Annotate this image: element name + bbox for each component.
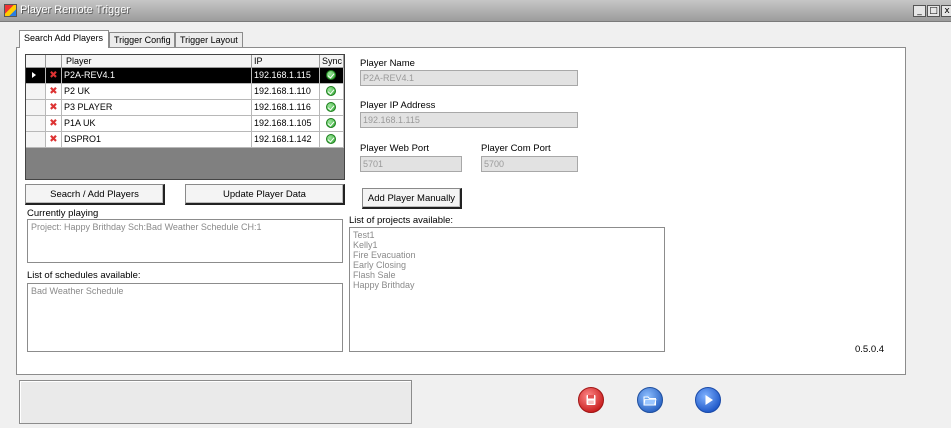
remove-player-icon[interactable]: ✖ — [46, 84, 62, 100]
player-ip-label: Player IP Address — [360, 100, 436, 111]
row-selector[interactable] — [26, 68, 46, 84]
currently-playing-label: Currently playing — [27, 208, 99, 219]
column-header-player[interactable]: Player — [62, 55, 252, 68]
play-icon — [695, 387, 721, 413]
sync-cell[interactable] — [320, 132, 344, 148]
player-ip-cell[interactable]: 192.168.1.105 — [252, 116, 320, 132]
grid-header-blank — [46, 55, 62, 68]
players-grid[interactable]: Player IP Sync ✖ P2A-REV4.1 192.168.1.11… — [25, 54, 345, 180]
sync-ok-icon — [326, 118, 336, 128]
project-item[interactable]: Happy Brithday — [353, 280, 661, 290]
com-port-field[interactable] — [481, 156, 578, 172]
com-port-label: Player Com Port — [481, 143, 551, 154]
search-add-players-button[interactable]: Seacrh / Add Players — [25, 184, 165, 205]
remove-player-icon[interactable]: ✖ — [46, 68, 62, 84]
app-icon — [4, 4, 17, 17]
schedule-item[interactable]: Bad Weather Schedule — [31, 286, 339, 296]
player-ip-cell[interactable]: 192.168.1.142 — [252, 132, 320, 148]
open-button[interactable] — [637, 387, 663, 413]
row-selector[interactable] — [26, 84, 46, 100]
player-ip-cell[interactable]: 192.168.1.116 — [252, 100, 320, 116]
grid-corner — [26, 55, 46, 68]
web-port-label: Player Web Port — [360, 143, 429, 154]
project-item[interactable]: Test1 — [353, 230, 661, 240]
status-panel — [19, 380, 412, 424]
project-item[interactable]: Fire Evacuation — [353, 250, 661, 260]
projects-label: List of projects available: — [349, 215, 454, 226]
project-item[interactable]: Early Closing — [353, 260, 661, 270]
tab-trigger-layout[interactable]: Trigger Layout — [175, 32, 243, 47]
tab-search-add-players[interactable]: Search Add Players — [19, 30, 109, 48]
remove-player-icon[interactable]: ✖ — [46, 132, 62, 148]
version-label: 0.5.0.4 — [855, 344, 885, 355]
column-header-ip[interactable]: IP — [252, 55, 320, 68]
player-ip-cell[interactable]: 192.168.1.110 — [252, 84, 320, 100]
currently-playing-box[interactable]: Project: Happy Brithday Sch:Bad Weather … — [27, 219, 343, 263]
sync-cell[interactable] — [320, 84, 344, 100]
sync-ok-icon — [326, 134, 336, 144]
sync-cell[interactable] — [320, 68, 344, 84]
folder-icon — [637, 387, 663, 413]
column-header-sync[interactable]: Sync — [320, 55, 344, 68]
close-button[interactable]: x — [941, 5, 951, 17]
projects-list[interactable]: Test1 Kelly1 Fire Evacuation Early Closi… — [349, 227, 665, 352]
sync-ok-icon — [326, 102, 336, 112]
player-name-field[interactable] — [360, 70, 578, 86]
player-ip-cell[interactable]: 192.168.1.115 — [252, 68, 320, 84]
maximize-button[interactable]: □ — [927, 5, 940, 17]
player-name-cell[interactable]: DSPRO1 — [62, 132, 252, 148]
row-selector[interactable] — [26, 116, 46, 132]
play-button[interactable] — [695, 387, 721, 413]
sync-ok-icon — [326, 70, 336, 80]
add-player-manually-button[interactable]: Add Player Manually — [362, 188, 462, 209]
row-selector[interactable] — [26, 100, 46, 116]
remove-player-icon[interactable]: ✖ — [46, 100, 62, 116]
title-bar — [0, 0, 951, 22]
player-name-cell[interactable]: P1A UK — [62, 116, 252, 132]
player-name-label: Player Name — [360, 58, 415, 69]
current-row-arrow-icon — [32, 72, 36, 78]
sync-ok-icon — [326, 86, 336, 96]
project-item[interactable]: Flash Sale — [353, 270, 661, 280]
schedules-list[interactable]: Bad Weather Schedule — [27, 283, 343, 352]
player-ip-field[interactable] — [360, 112, 578, 128]
row-selector[interactable] — [26, 132, 46, 148]
window-title: Player Remote Trigger — [20, 4, 131, 16]
stop-button[interactable] — [578, 387, 604, 413]
tab-trigger-config[interactable]: Trigger Config — [109, 32, 175, 47]
floppy-stop-icon — [578, 387, 604, 413]
player-name-cell[interactable]: P2A-REV4.1 — [62, 68, 252, 84]
player-name-cell[interactable]: P3 PLAYER — [62, 100, 252, 116]
minimize-button[interactable]: _ — [913, 5, 926, 17]
sync-cell[interactable] — [320, 116, 344, 132]
remove-player-icon[interactable]: ✖ — [46, 116, 62, 132]
update-player-data-button[interactable]: Update Player Data — [185, 184, 345, 205]
project-item[interactable]: Kelly1 — [353, 240, 661, 250]
schedules-label: List of schedules available: — [27, 270, 141, 281]
currently-playing-text: Project: Happy Brithday Sch:Bad Weather … — [31, 222, 262, 232]
player-name-cell[interactable]: P2 UK — [62, 84, 252, 100]
web-port-field[interactable] — [360, 156, 462, 172]
sync-cell[interactable] — [320, 100, 344, 116]
